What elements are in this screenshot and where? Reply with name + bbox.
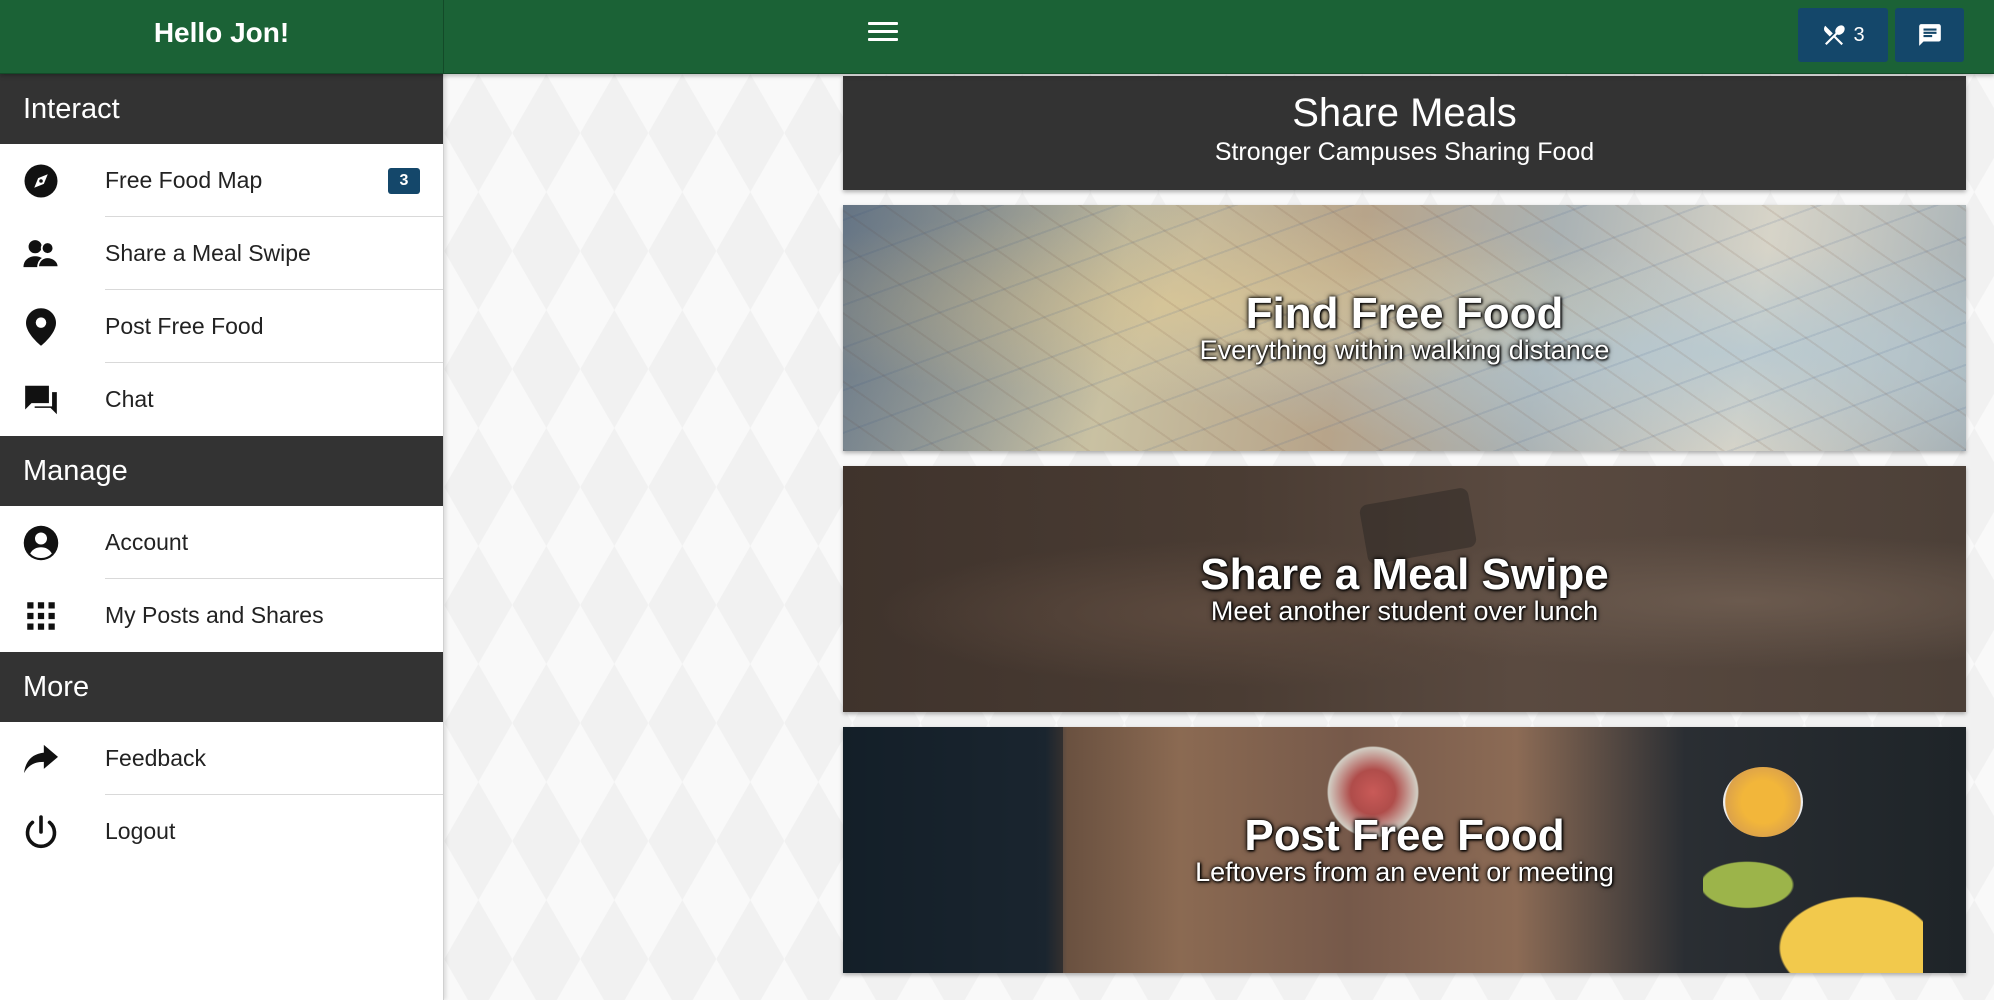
greeting: Hello Jon!: [0, 0, 444, 74]
page-title: Share Meals: [1292, 91, 1517, 135]
sidebar-item-my-posts[interactable]: My Posts and Shares: [0, 579, 443, 652]
sidebar-item-label: Share a Meal Swipe: [105, 240, 311, 266]
sidebar-item-account[interactable]: Account: [0, 506, 443, 579]
sidebar-item-label: Chat: [105, 386, 154, 412]
sidebar: Interact Free Food Map 3 Share a Meal Sw…: [0, 74, 444, 1000]
sidebar-item-feedback[interactable]: Feedback: [0, 722, 443, 795]
people-icon: [22, 235, 60, 273]
card-title: Post Free Food: [1244, 811, 1565, 860]
sidebar-item-chat[interactable]: Chat: [0, 363, 443, 436]
section-header-more: More: [0, 652, 443, 722]
food-count: 3: [1853, 23, 1865, 46]
account-icon: [22, 524, 60, 562]
sidebar-item-label: Account: [105, 529, 189, 555]
sidebar-item-label: Post Free Food: [105, 313, 264, 339]
sidebar-item-logout[interactable]: Logout: [0, 795, 443, 868]
post-free-food-card[interactable]: Post Free Food Leftovers from an event o…: [843, 727, 1966, 973]
top-bar: Hello Jon! 3: [0, 0, 1994, 74]
utensils-icon: [1824, 25, 1846, 46]
card-title: Find Free Food: [1245, 289, 1564, 338]
share-arrow-icon: [22, 740, 60, 778]
page-header: Share Meals Stronger Campuses Sharing Fo…: [843, 76, 1966, 190]
sidebar-item-label: Logout: [105, 818, 176, 844]
map-pin-icon: [22, 307, 60, 346]
compass-icon: [22, 162, 60, 200]
main-content: Share Meals Stronger Campuses Sharing Fo…: [444, 74, 1994, 1000]
free-food-button[interactable]: 3: [1798, 8, 1888, 62]
card-subtitle: Meet another student over lunch: [1210, 596, 1599, 626]
sidebar-item-label: My Posts and Shares: [105, 602, 324, 628]
sidebar-item-share-meal-swipe[interactable]: Share a Meal Swipe: [0, 217, 443, 290]
sidebar-item-free-food-map[interactable]: Free Food Map 3: [0, 144, 443, 217]
sidebar-item-post-free-food[interactable]: Post Free Food: [0, 290, 443, 363]
page-subtitle: Stronger Campuses Sharing Food: [1214, 138, 1595, 166]
sidebar-item-label: Free Food Map: [105, 167, 263, 193]
chat-button[interactable]: [1895, 8, 1964, 62]
find-free-food-card[interactable]: Find Free Food Everything within walking…: [843, 205, 1966, 451]
card-title: Share a Meal Swipe: [1200, 550, 1609, 599]
power-icon: [22, 813, 60, 851]
share-meal-swipe-card[interactable]: Share a Meal Swipe Meet another student …: [843, 466, 1966, 712]
grid-icon: [22, 597, 60, 635]
chat-icon: [22, 381, 60, 419]
card-subtitle: Everything within walking distance: [1199, 335, 1610, 365]
chat-icon: [1918, 24, 1941, 46]
card-subtitle: Leftovers from an event or meeting: [1195, 857, 1614, 887]
section-header-interact: Interact: [0, 74, 443, 144]
section-header-manage: Manage: [0, 436, 443, 506]
sidebar-item-label: Feedback: [105, 745, 207, 771]
hamburger-menu-icon[interactable]: [868, 22, 898, 46]
count-badge: 3: [388, 167, 420, 194]
